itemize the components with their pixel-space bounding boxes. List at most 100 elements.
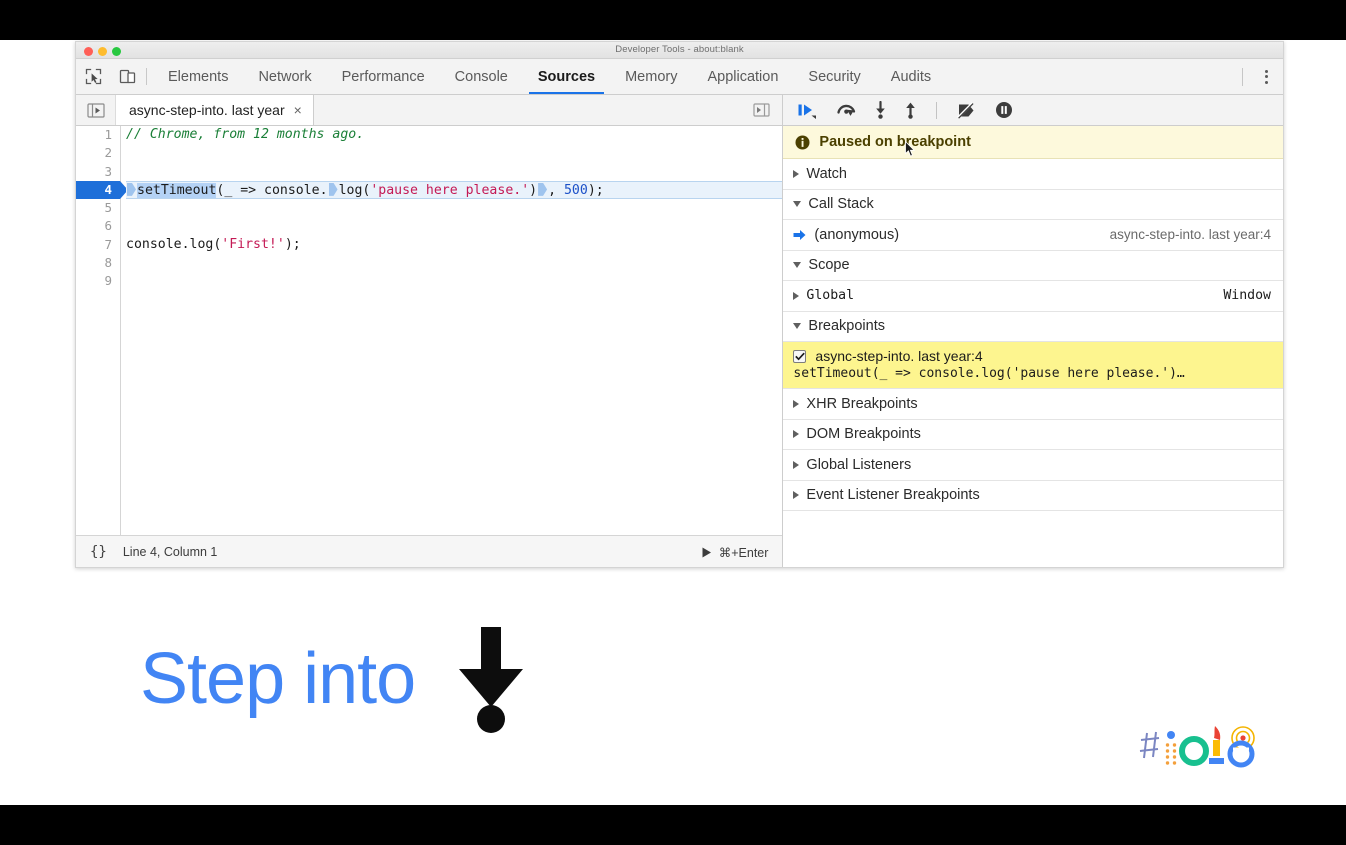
tab-elements[interactable]: Elements xyxy=(153,59,243,94)
section-label: Breakpoints xyxy=(808,318,885,335)
tab-performance[interactable]: Performance xyxy=(327,59,440,94)
section-label: Call Stack xyxy=(808,196,874,213)
section-dom-breakpoints[interactable]: DOM Breakpoints xyxy=(783,420,1283,450)
scope-entry-value: Window xyxy=(1223,288,1271,304)
section-label: Scope xyxy=(808,257,850,274)
inspect-element-icon[interactable] xyxy=(76,59,110,94)
call-stack-frame-location: async-step-into. last year:4 xyxy=(1109,227,1271,243)
section-scope[interactable]: Scope xyxy=(783,251,1283,281)
code-content[interactable]: // Chrome, from 12 months ago. setTimeou… xyxy=(122,126,783,535)
section-call-stack[interactable]: Call Stack xyxy=(783,190,1283,220)
pause-on-exceptions-icon[interactable] xyxy=(995,101,1013,119)
chevron-right-icon xyxy=(793,399,800,408)
section-event-listener-breakpoints[interactable]: Event Listener Breakpoints xyxy=(783,481,1283,511)
tab-audits[interactable]: Audits xyxy=(876,59,946,94)
section-label: Watch xyxy=(806,165,847,182)
code-string: 'pause here please.' xyxy=(370,182,530,198)
run-snippet-icon xyxy=(702,547,711,557)
step-into-icon[interactable] xyxy=(874,101,887,119)
devtools-body: async-step-into. last year × 1 2 3 4 5 6… xyxy=(76,95,1283,567)
breakpoint-header-row: async-step-into. last year:4 xyxy=(793,348,1273,364)
code-line-1: // Chrome, from 12 months ago. xyxy=(126,126,782,144)
close-icon[interactable]: × xyxy=(294,103,302,117)
window-titlebar: Developer Tools - about:blank xyxy=(76,42,1283,59)
window-title: Developer Tools - about:blank xyxy=(615,44,744,55)
step-out-icon[interactable] xyxy=(904,101,917,119)
tab-label: Sources xyxy=(537,68,596,85)
file-tabbar-filler xyxy=(314,95,741,125)
breakpoint-location: async-step-into. last year:4 xyxy=(815,348,983,364)
line-number[interactable]: 3 xyxy=(76,163,120,181)
caption-text: Step into xyxy=(140,639,416,719)
line-number[interactable]: 9 xyxy=(76,272,120,290)
file-tab-label: async-step-into. last year xyxy=(129,102,285,118)
google-io-18-logo xyxy=(1139,726,1255,768)
tab-network[interactable]: Network xyxy=(243,59,326,94)
tab-label: Memory xyxy=(625,68,678,85)
cursor-position: Line 4, Column 1 xyxy=(122,545,218,559)
paused-status-text: Paused on breakpoint xyxy=(819,134,971,150)
toolbar-divider xyxy=(1242,67,1243,86)
code-text: ) xyxy=(529,182,538,198)
tab-sources[interactable]: Sources xyxy=(523,59,610,94)
line-number[interactable]: 2 xyxy=(76,144,120,162)
breakpoint-enabled-checkbox[interactable] xyxy=(793,349,807,363)
code-text: log xyxy=(338,182,363,198)
code-text: ); xyxy=(284,236,301,252)
section-global-listeners[interactable]: Global Listeners xyxy=(783,450,1283,481)
sources-pane: async-step-into. last year × 1 2 3 4 5 6… xyxy=(76,95,784,567)
code-text: , xyxy=(548,182,564,198)
line-number[interactable]: 7 xyxy=(76,236,120,254)
tab-label: Console xyxy=(454,68,508,85)
slide-caption: Step into xyxy=(140,625,527,733)
show-navigator-icon[interactable] xyxy=(76,95,116,125)
step-into-marker-icon[interactable] xyxy=(127,182,136,196)
step-into-arrow-icon xyxy=(459,627,524,733)
scope-entry-name: Global xyxy=(806,288,855,304)
chevron-down-icon xyxy=(793,323,802,330)
chevron-right-icon xyxy=(793,491,800,500)
chevron-right-icon xyxy=(793,430,800,439)
run-snippet-button[interactable]: ⌘+Enter xyxy=(702,545,768,560)
deactivate-breakpoints-icon[interactable] xyxy=(956,101,978,119)
section-label: XHR Breakpoints xyxy=(806,395,918,412)
devtools-window: Developer Tools - about:blank Elements N… xyxy=(75,41,1284,568)
debugger-sidebar: Paused on breakpoint Watch Call Stack (a… xyxy=(783,95,1283,567)
tab-application[interactable]: Application xyxy=(692,59,793,94)
resume-icon[interactable] xyxy=(797,102,819,119)
section-breakpoints[interactable]: Breakpoints xyxy=(783,312,1283,342)
tab-label: Security xyxy=(808,68,861,85)
code-text: (_ => console. xyxy=(216,182,328,198)
scope-entry-global[interactable]: Global Window xyxy=(783,281,1283,312)
tab-security[interactable]: Security xyxy=(793,59,875,94)
device-toolbar-icon[interactable] xyxy=(110,59,144,94)
section-label: Global Listeners xyxy=(806,456,912,473)
tab-label: Network xyxy=(258,68,312,85)
line-number[interactable]: 5 xyxy=(76,199,120,217)
line-number-breakpoint-active[interactable]: 4 xyxy=(76,180,128,200)
info-icon xyxy=(795,135,810,149)
line-number[interactable]: 1 xyxy=(76,126,120,144)
more-options-icon[interactable] xyxy=(1253,62,1279,92)
show-debugger-icon[interactable] xyxy=(740,95,782,125)
file-tab-async-step-into[interactable]: async-step-into. last year × xyxy=(116,95,314,125)
section-xhr-breakpoints[interactable]: XHR Breakpoints xyxy=(783,389,1283,420)
step-into-marker-icon[interactable] xyxy=(538,182,548,196)
code-editor[interactable]: 1 2 3 4 5 6 7 8 9 // Chrome, from 12 mon… xyxy=(76,126,783,535)
tab-memory[interactable]: Memory xyxy=(610,59,692,94)
breakpoint-list-item[interactable]: async-step-into. last year:4 setTimeout(… xyxy=(783,342,1283,389)
section-watch[interactable]: Watch xyxy=(783,159,1283,190)
call-stack-frame-anonymous[interactable]: (anonymous) async-step-into. last year:4 xyxy=(783,220,1283,251)
line-number[interactable]: 6 xyxy=(76,217,120,235)
step-over-icon[interactable] xyxy=(836,102,857,119)
pretty-print-icon[interactable]: {} xyxy=(90,544,107,560)
step-into-marker-icon[interactable] xyxy=(328,182,338,196)
section-label: Event Listener Breakpoints xyxy=(806,487,980,504)
code-text: console.log( xyxy=(126,236,222,252)
tab-label: Audits xyxy=(890,68,932,85)
line-number[interactable]: 8 xyxy=(76,254,120,272)
debugger-toolbar xyxy=(783,95,1283,126)
tab-console[interactable]: Console xyxy=(440,59,523,94)
code-selected-call: setTimeout xyxy=(137,182,217,198)
